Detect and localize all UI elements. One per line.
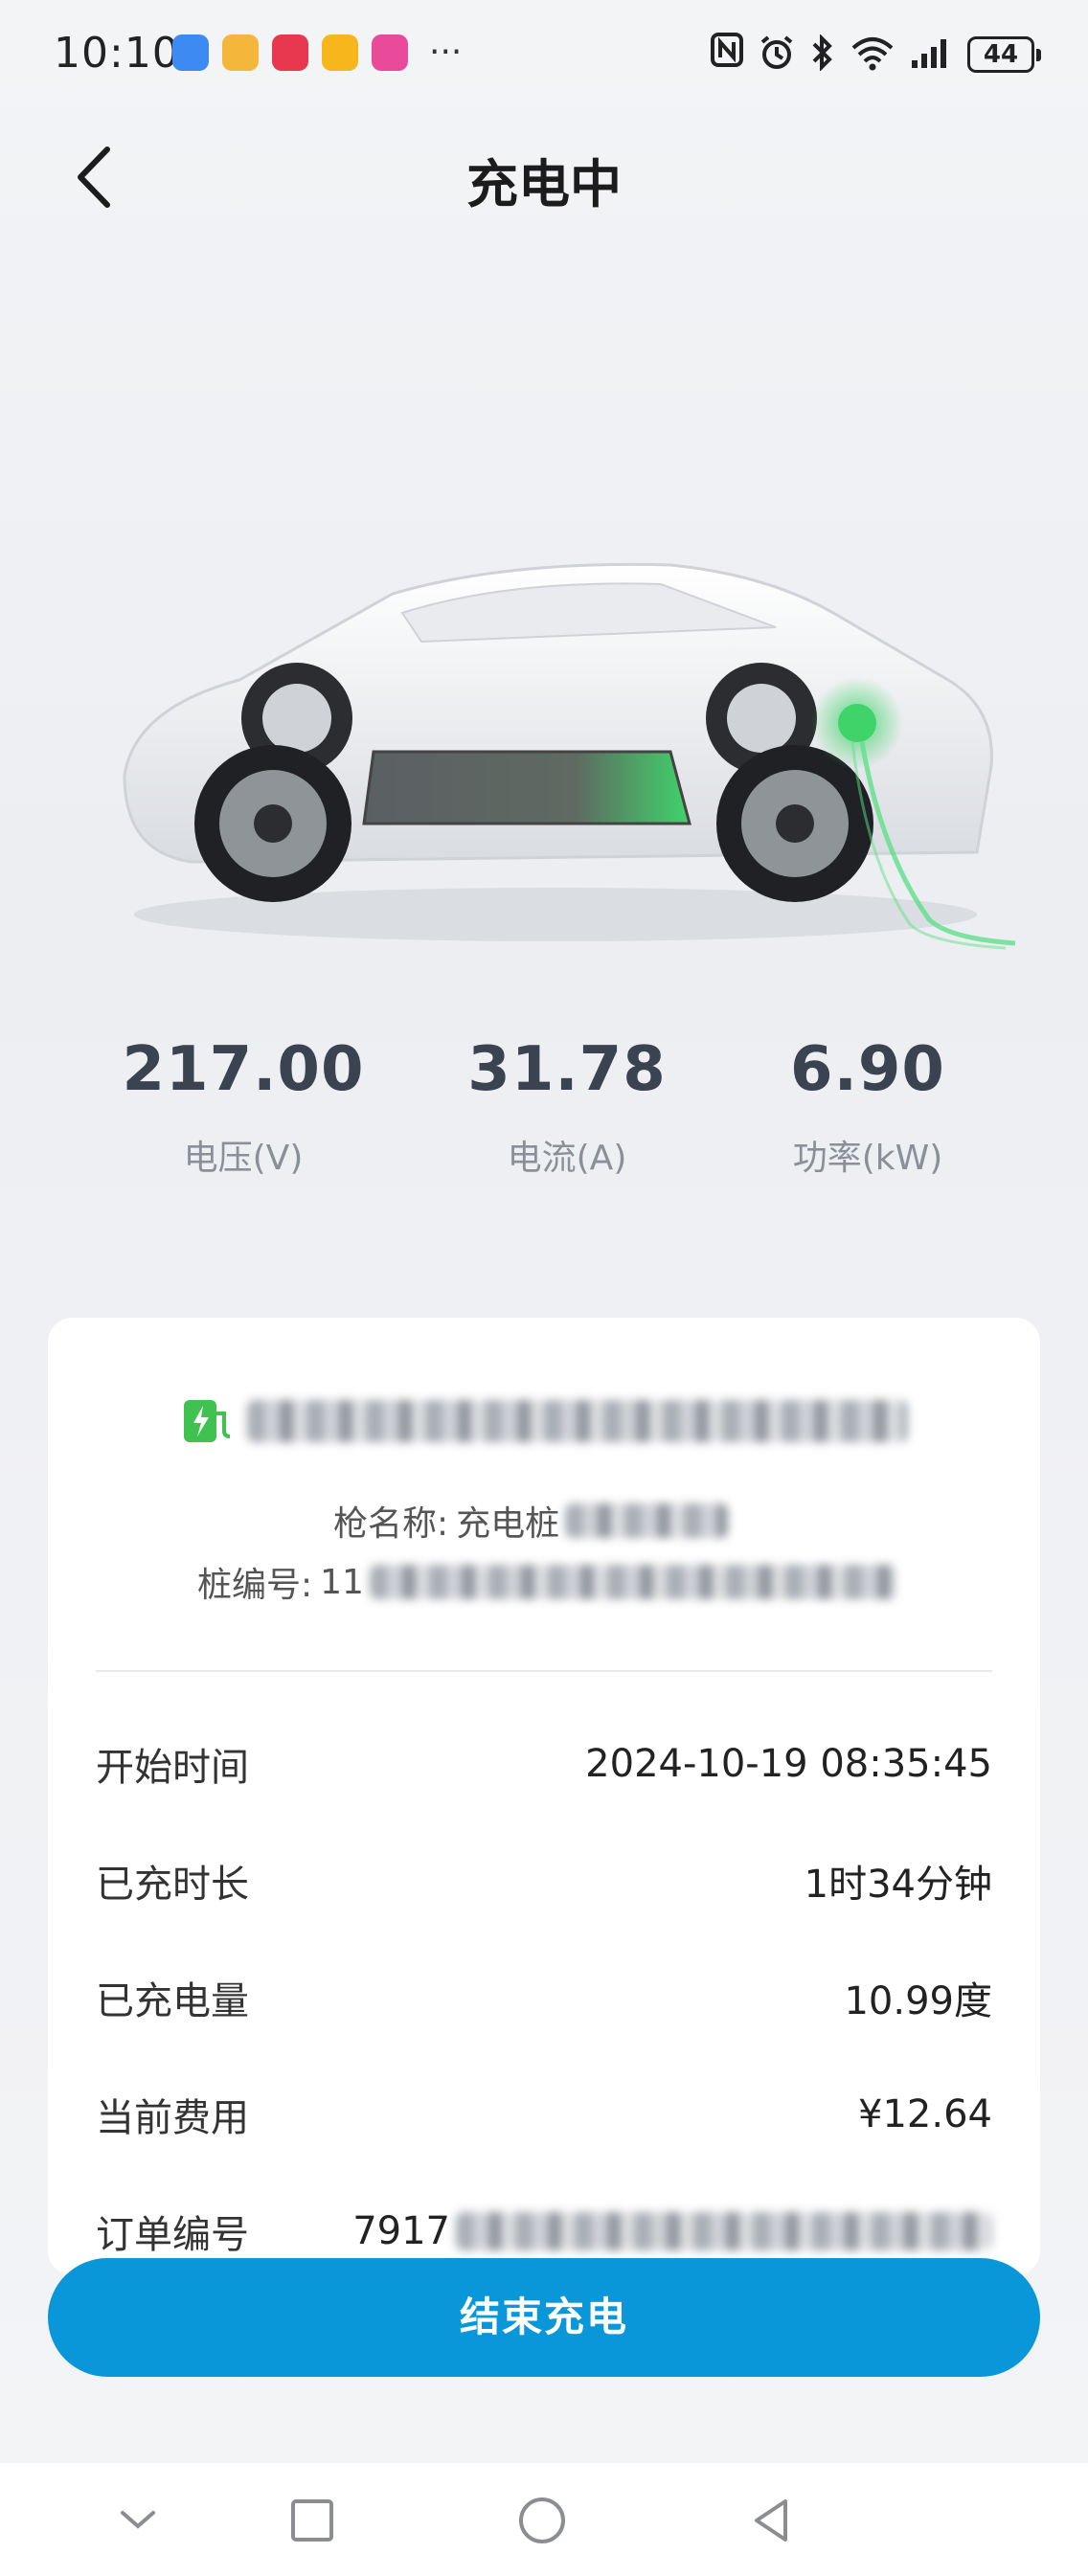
weibo-app-icon xyxy=(222,34,259,71)
chevron-down-icon xyxy=(121,2511,155,2529)
start-time-label: 开始时间 xyxy=(96,1746,249,1790)
circle-icon xyxy=(519,2497,565,2543)
order-number-row: 订单编号 7917 xyxy=(96,2203,992,2260)
charging-station-icon xyxy=(184,1400,231,1442)
start-time-value: 2024-10-19 08:35:45 xyxy=(585,1742,992,1786)
gun-name-redacted xyxy=(565,1503,729,1538)
pile-number-redacted xyxy=(369,1565,896,1599)
page-title: 充电中 xyxy=(466,154,622,215)
alarm-icon xyxy=(759,34,795,75)
duration-label: 已充时长 xyxy=(96,1863,249,1907)
signal-icon xyxy=(910,35,952,74)
energy-label: 已充电量 xyxy=(96,1979,249,2023)
cost-value: ¥12.64 xyxy=(858,2092,992,2136)
card-divider xyxy=(96,1670,992,1672)
pile-number-label: 桩编号: xyxy=(197,1566,313,1605)
status-time: 10:10 xyxy=(54,29,180,78)
home-button[interactable] xyxy=(513,2492,571,2549)
more-notifications-icon: ··· xyxy=(429,33,463,72)
voltage-value: 217.00 xyxy=(122,1034,365,1105)
system-navigation-bar xyxy=(0,2463,1088,2576)
red-heart-app-icon xyxy=(272,34,308,71)
charging-metrics: 217.00 电压(V) 31.78 电流(A) 6.90 功率(kW) xyxy=(0,1034,1088,1197)
power-metric: 6.90 功率(kW) xyxy=(705,1034,1031,1180)
start-time-row: 开始时间 2024-10-19 08:35:45 xyxy=(96,1735,992,1793)
end-charging-button[interactable]: 结束充电 xyxy=(48,2258,1040,2377)
cost-label: 当前费用 xyxy=(96,2096,249,2140)
duration-value: 1时34分钟 xyxy=(804,1863,992,1907)
station-name-redacted xyxy=(247,1400,908,1442)
charging-info-card: 枪名称: 充电桩 桩编号: 11 开始时间 2024-10-19 08:35:4… xyxy=(48,1318,1040,2275)
current-metric: 31.78 电流(A) xyxy=(404,1034,730,1180)
pink-app-icon xyxy=(372,34,408,71)
power-label: 功率(kW) xyxy=(792,1139,943,1178)
bluetooth-icon xyxy=(810,33,835,75)
order-number-label: 订单编号 xyxy=(96,2213,249,2257)
voltage-label: 电压(V) xyxy=(183,1139,304,1178)
pile-number-value: 11 xyxy=(320,1562,364,1602)
station-name-row xyxy=(48,1396,1040,1446)
system-back-button[interactable] xyxy=(743,2492,801,2549)
power-value: 6.90 xyxy=(790,1034,945,1105)
wifi-icon xyxy=(850,34,895,75)
gun-name-line: 枪名称: 充电桩 xyxy=(333,1496,729,1546)
current-value: 31.78 xyxy=(467,1034,667,1105)
system-indicators: 44 xyxy=(711,33,1041,76)
gun-name-label: 枪名称: xyxy=(333,1504,449,1544)
recents-button[interactable] xyxy=(283,2492,341,2549)
battery-indicator: 44 xyxy=(967,35,1041,73)
clock-app-icon xyxy=(172,34,209,71)
status-bar: 10:10 ··· 44 xyxy=(0,0,1088,115)
yellow-app-icon xyxy=(322,34,358,71)
current-label: 电流(A) xyxy=(507,1139,627,1178)
square-icon xyxy=(291,2499,333,2542)
order-number-value: 7917 xyxy=(352,2209,992,2253)
triangle-back-icon xyxy=(755,2499,787,2542)
collapse-button[interactable] xyxy=(109,2492,167,2549)
order-number-redacted xyxy=(456,2212,992,2250)
voltage-metric: 217.00 电压(V) xyxy=(80,1034,406,1180)
duration-row: 已充时长 1时34分钟 xyxy=(96,1852,992,1909)
notification-icons: ··· xyxy=(172,34,462,71)
pile-number-line: 桩编号: 11 xyxy=(197,1557,896,1607)
energy-value: 10.99度 xyxy=(844,1979,992,2023)
gun-name-value: 充电桩 xyxy=(456,1504,560,1544)
nfc-icon xyxy=(711,33,743,76)
order-number-prefix: 7917 xyxy=(352,2209,450,2253)
car-charging-illustration xyxy=(123,562,1016,950)
energy-row: 已充电量 10.99度 xyxy=(96,1969,992,2026)
cost-row: 当前费用 ¥12.64 xyxy=(96,2086,992,2143)
